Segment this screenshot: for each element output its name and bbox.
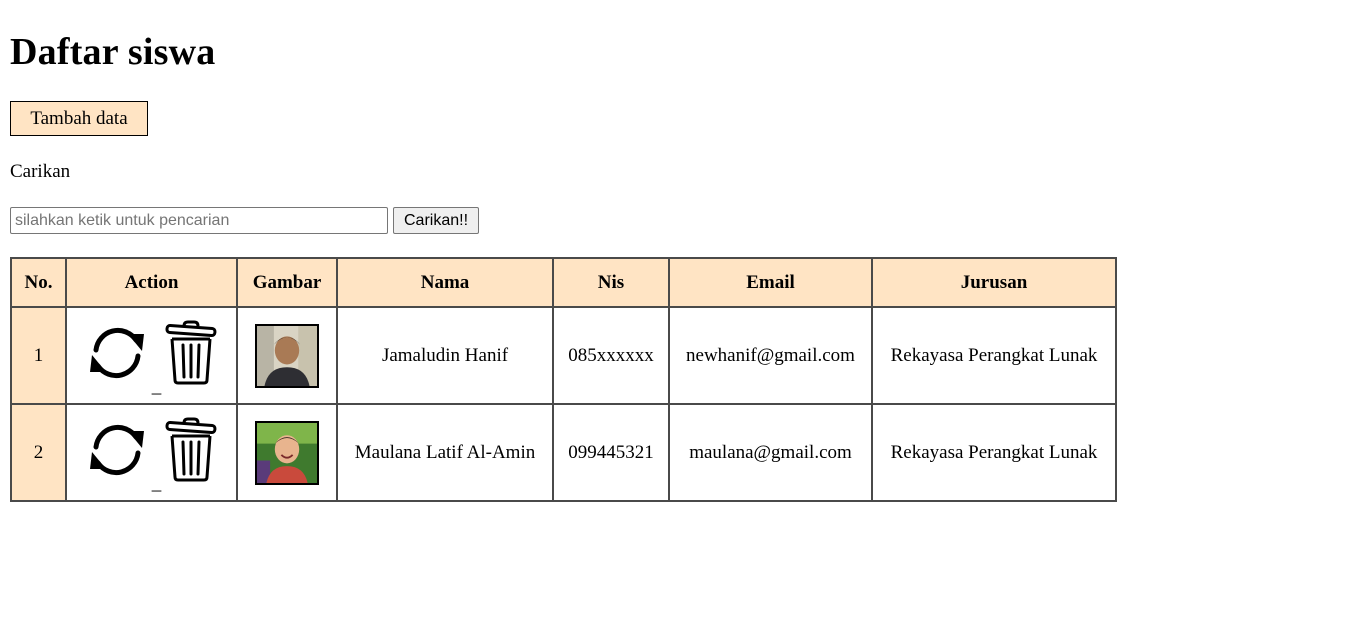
refresh-icon[interactable]	[84, 417, 150, 489]
row-number: 2	[10, 403, 67, 502]
search-label: Carikan	[10, 161, 71, 182]
student-email: newhanif@gmail.com	[668, 306, 873, 405]
page-title: Daftar siswa	[10, 31, 216, 73]
header-jurusan: Jurusan	[871, 257, 1117, 308]
trash-icon[interactable]	[163, 320, 219, 392]
student-jurusan: Rekayasa Perangkat Lunak	[871, 403, 1117, 502]
student-table: No. Action Gambar Nama Nis Email Jurusan…	[10, 257, 1117, 502]
header-nama: Nama	[336, 257, 554, 308]
search-button[interactable]: Carikan!!	[393, 207, 479, 234]
refresh-icon[interactable]	[84, 320, 150, 392]
student-photo	[255, 420, 319, 485]
student-nis: 099445321	[552, 403, 670, 502]
header-action: Action	[65, 257, 238, 308]
student-name: Jamaludin Hanif	[336, 306, 554, 405]
header-nis: Nis	[552, 257, 670, 308]
header-gambar: Gambar	[236, 257, 338, 308]
student-email: maulana@gmail.com	[668, 403, 873, 502]
trash-icon[interactable]	[163, 417, 219, 489]
action-cell: _	[65, 306, 238, 405]
search-input[interactable]	[10, 207, 388, 234]
table-row: 2 _ Maulana Latif Al-Amin 099445321 maul…	[10, 403, 1117, 502]
student-jurusan: Rekayasa Perangkat Lunak	[871, 306, 1117, 405]
add-data-button[interactable]: Tambah data	[10, 101, 148, 136]
photo-cell	[236, 403, 338, 502]
action-separator: _	[151, 472, 162, 494]
student-name: Maulana Latif Al-Amin	[336, 403, 554, 502]
student-nis: 085xxxxxx	[552, 306, 670, 405]
header-no: No.	[10, 257, 67, 308]
action-cell: _	[65, 403, 238, 502]
header-email: Email	[668, 257, 873, 308]
table-row: 1 _ Jamaludin Hanif 085xxxxxx newhanif@g…	[10, 306, 1117, 405]
action-separator: _	[151, 375, 162, 397]
student-photo	[255, 323, 319, 388]
photo-cell	[236, 306, 338, 405]
table-header-row: No. Action Gambar Nama Nis Email Jurusan	[10, 257, 1117, 308]
row-number: 1	[10, 306, 67, 405]
